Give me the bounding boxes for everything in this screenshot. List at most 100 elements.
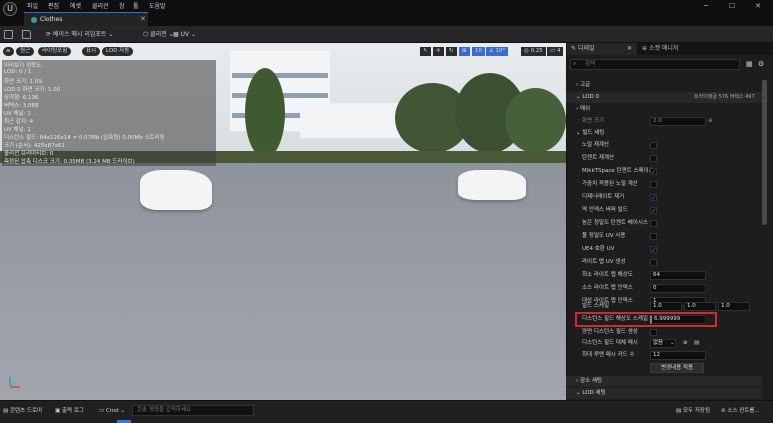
search-input[interactable]: 검색 [570,59,740,70]
stat-line: 콜리전 프리미티브: 0 [4,151,54,157]
tree [505,88,566,153]
angle-snap-button[interactable]: ∠ 10° [486,47,509,56]
camera-speed-button[interactable]: ▭ 4 [547,47,564,56]
use-selected-icon[interactable]: ⊕ [683,338,688,349]
checkbox[interactable] [650,233,657,240]
menu-edit[interactable]: 편집 [48,1,59,10]
close-icon[interactable]: ✕ [627,43,632,55]
scale-icon[interactable]: ⊞ [459,47,470,56]
viewport-menu-button[interactable]: ≡ [3,47,14,56]
rotate-icon[interactable]: ↻ [446,47,457,56]
grid-view-icon[interactable]: ▦ [746,60,753,68]
build-scale-z-field[interactable]: 1.0 [718,302,750,311]
grid-snap-button[interactable]: 10 [472,47,485,56]
checkbox[interactable]: ✓ [650,207,657,215]
checkbox[interactable] [650,181,657,188]
maximize-button[interactable]: ☐ [719,0,745,12]
section-reduction-settings[interactable]: › 감소 세팅 [566,376,762,387]
scale-snap-button[interactable]: ◎ 0.25 [521,47,546,56]
build-scale-x-field[interactable]: 1.0 [650,302,682,311]
menu-tools[interactable]: 툴 [133,1,139,10]
show-button[interactable]: 표시 [82,47,101,56]
save-icon: ▤ [676,408,683,414]
menu-help[interactable]: 도움말 [149,1,166,10]
checkbox[interactable]: ✓ [650,246,657,254]
cloth-mesh[interactable] [458,170,526,200]
close-tab-icon[interactable]: ✕ [140,15,146,23]
row-label: 탄젠트 재계산 [582,155,615,161]
build-scale-row: 빌드 스케일 1.0 1.0 1.0 [566,301,762,312]
browse-icon[interactable] [22,30,31,39]
stat-line: LOD: 0 / 1 [4,69,32,75]
build-scale-y-field[interactable]: 1.0 [684,302,716,311]
menu-window[interactable]: 창 [119,1,125,10]
section-build-settings[interactable]: ⌄ 빌드 세팅 [566,128,762,139]
toolbar [0,26,773,43]
screen-size-field[interactable]: 2.0 [650,117,706,126]
axis-gizmo-icon [9,377,20,388]
save-icon[interactable] [4,30,13,39]
select-icon[interactable]: ↖ [420,47,431,56]
section-label: LOD 0 [582,94,600,100]
cmd-icon: ▭ [99,408,106,414]
perspective-button[interactable]: 원근 [16,47,35,56]
static-mesh-icon [31,17,37,23]
max-lumen-cards-field[interactable]: 12 [650,351,706,360]
cmd-dropdown[interactable]: ▭ Cmd ⌄ [99,406,125,416]
uv-dropdown[interactable]: ▦ UV ⌄ [173,30,196,40]
lit-button[interactable]: 라이팅포함 [38,47,72,56]
settings-icon[interactable]: ⚙ [758,60,764,68]
panel-scrollbar[interactable] [762,80,767,225]
tab-socket-manager[interactable]: ⊕ 소켓 매니저 [642,43,712,55]
build-row: UE4 호환 UV ✓ [566,244,762,255]
df-replacement-mesh-row: 디스턴스 필드 대체 메시 없음 ⌄ ⊕ ▤ [566,338,762,349]
reset-icon[interactable]: ⊕ [708,116,713,127]
section-advanced[interactable]: › 고급 [566,80,762,91]
menu-asset[interactable]: 에셋 [70,1,81,10]
tab-details[interactable]: ✎ 디테일 ✕ [567,43,637,55]
section-lod0[interactable]: ⌄ LOD 0 트라이앵글 576 버텍스 497 [566,92,762,103]
checkbox[interactable] [650,220,657,227]
checkbox[interactable] [650,259,657,266]
source-control-button[interactable]: ⊘ 소스 컨트롤... [721,406,760,416]
min-lightmap-res-field[interactable]: 64 [650,271,706,280]
collision-dropdown[interactable]: ⬡ 클리전 ⌄ [143,30,174,40]
close-window-button[interactable]: ✕ [745,0,771,12]
output-log-button[interactable]: ▣ 출력 로그 [55,406,84,416]
console-input[interactable]: 콘솔 명령을 입력하세요 [132,405,254,416]
build-row: 풀 정밀도 UV 사용 [566,231,762,242]
save-all-button[interactable]: ▤ 모두 저장됨 [676,406,710,416]
section-mesh[interactable]: › 메쉬 [566,104,762,115]
chevron-down-icon: ⌄ [670,340,675,346]
section-lod-settings[interactable]: ⌄ LOD 세팅 [566,388,762,399]
checkbox[interactable] [650,155,657,162]
reimport-label: 베이스 메시 리임포트 [52,31,107,38]
row-label: 빌드 스케일 [582,303,610,309]
checkbox[interactable]: ✓ [650,194,657,202]
screen-size-row: 화면 크기 2.0 ⊕ [566,116,762,127]
lod-auto-button[interactable]: LOD 자동 [102,47,134,56]
building-scene [300,103,400,138]
menu-file[interactable]: 파일 [27,1,38,10]
unreal-logo-icon[interactable]: U [3,2,17,16]
stat-line: 미리보기 정확도: [4,63,44,69]
section-label: LOD 세팅 [582,390,606,396]
checkbox[interactable] [650,142,657,149]
reimport-base-mesh-button[interactable]: ⟳ 베이스 메시 리임포트 ⌄ [46,30,113,40]
two-sided-df-row: 양면 디스턴스 필드 생성 [566,327,762,338]
menu-collision[interactable]: 클리관 [92,1,109,10]
socket-icon: ⊕ [642,45,649,52]
src-lightmap-index-field[interactable]: 0 [650,284,706,293]
section-label: 고급 [579,82,591,88]
apply-changes-button[interactable]: 변경내용 적용 [650,363,704,373]
move-icon[interactable]: ✛ [433,47,444,56]
minimize-button[interactable]: ─ [693,0,719,12]
tab-clothes[interactable]: Clothes ✕ [24,12,148,26]
checkbox[interactable] [650,329,657,336]
row-label: 소스 라이트 맵 인덱스 [582,285,633,291]
row-label: 노멀 재계산 [582,142,610,148]
browse-icon[interactable]: ▤ [694,338,699,349]
cloth-mesh[interactable] [140,170,212,210]
checkbox[interactable]: ✓ [650,168,657,176]
content-drawer-button[interactable]: ▤ 콘텐츠 드로어 [3,406,42,416]
